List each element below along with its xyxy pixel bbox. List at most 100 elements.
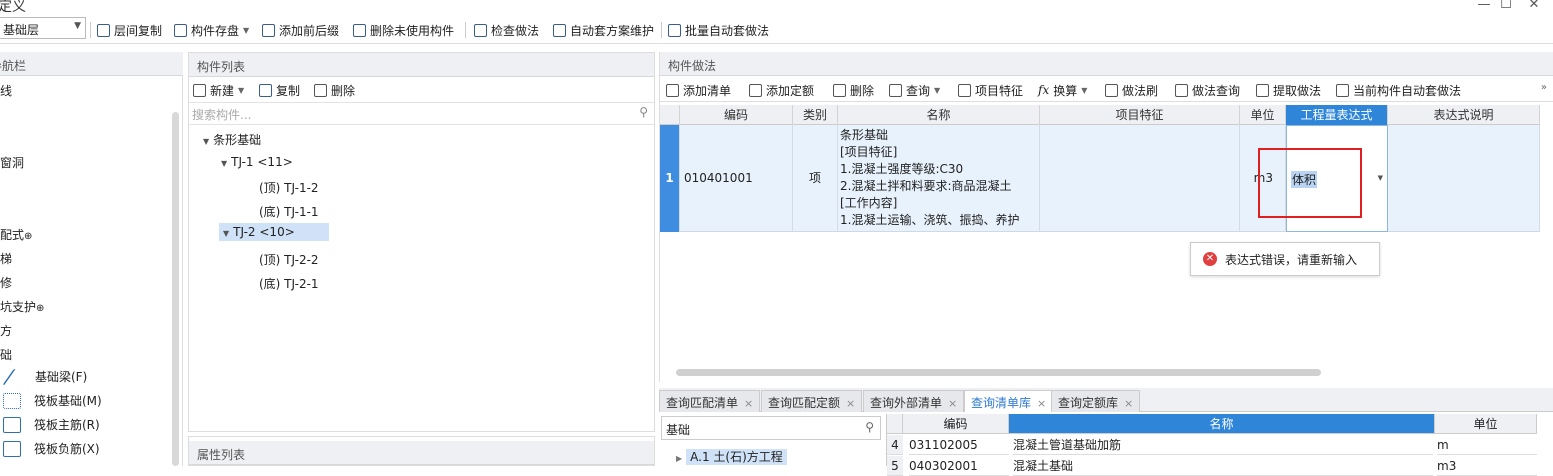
tree-node-tj2-top[interactable]: (顶) TJ-2-2: [259, 251, 319, 268]
convert-button[interactable]: fx 换算 ▼: [1038, 81, 1087, 99]
toolbar-divider: [90, 22, 91, 38]
floor-select[interactable]: 基础层 ▼: [0, 17, 86, 39]
nav-item[interactable]: 线: [0, 82, 12, 99]
tree-node-tj2[interactable]: ▼ TJ-2 <10>: [219, 223, 329, 241]
row-code[interactable]: 010401001: [680, 125, 793, 232]
item-feature-button[interactable]: 项目特征: [958, 81, 1023, 99]
col-header-code[interactable]: 编码: [680, 105, 793, 125]
nav-item[interactable]: 础: [0, 346, 12, 363]
lib-row-index: 4: [887, 435, 903, 455]
col-header-name[interactable]: 名称: [838, 105, 1040, 125]
chevron-down-icon[interactable]: ▼: [1378, 174, 1383, 182]
nav-raft-negative-rebar[interactable]: 筏板负筋(X): [0, 440, 100, 457]
nav-item[interactable]: 方: [0, 322, 12, 339]
caret-down-icon: ▼: [223, 229, 230, 238]
check-method-label: 检查做法: [491, 23, 540, 38]
lib-row-code[interactable]: 040302001: [909, 456, 1009, 476]
nav-item[interactable]: 梯: [0, 250, 12, 267]
close-icon[interactable]: ×: [1124, 397, 1133, 410]
library-tree-item[interactable]: ▶ A.1 土(石)方工程: [676, 448, 787, 465]
auto-apply-button[interactable]: 当前构件自动套做法: [1336, 81, 1461, 99]
method-brush-button[interactable]: 做法刷: [1105, 81, 1158, 99]
method-row[interactable]: 1 010401001 项 条形基础 [项目特征] 1.混凝土强度等级:C30 …: [660, 125, 1540, 232]
nav-item[interactable]: 窗洞: [0, 154, 24, 171]
method-hscrollbar[interactable]: [676, 369, 1321, 376]
extract-method-button[interactable]: 提取做法: [1256, 81, 1321, 99]
tree-node-tj2-bottom[interactable]: (底) TJ-2-1: [259, 275, 319, 292]
nav-item[interactable]: 配式⊕: [0, 226, 32, 243]
new-file-icon: [193, 83, 206, 97]
maximize-icon[interactable]: ☐: [1496, 0, 1516, 12]
row-name[interactable]: 条形基础 [项目特征] 1.混凝土强度等级:C30 2.混凝土拌和料要求:商品混…: [838, 125, 1040, 232]
new-button[interactable]: 新建 ▼: [193, 81, 244, 99]
col-header-type[interactable]: 类别: [793, 105, 838, 125]
delete-unused-button[interactable]: 删除未使用构件: [353, 21, 454, 39]
name-line: 条形基础: [840, 128, 889, 142]
col-header-feature[interactable]: 项目特征: [1040, 105, 1240, 125]
copy-floor-button[interactable]: 层间复制: [97, 21, 162, 39]
nav-raft-main-rebar[interactable]: 筏板主筋(R): [0, 416, 100, 433]
nav-foundation-beam[interactable]: 基础梁(F): [0, 368, 87, 385]
query-button[interactable]: 查询 ▼: [889, 81, 940, 99]
tab-quota-library[interactable]: 查询定额库 ×: [1051, 390, 1141, 412]
row-expression-note[interactable]: [1388, 125, 1540, 232]
close-icon[interactable]: ×: [1037, 397, 1046, 410]
method-query-button[interactable]: 做法查询: [1175, 81, 1240, 99]
col-header-unit[interactable]: 单位: [1240, 105, 1286, 125]
save-icon: [174, 23, 187, 37]
tab-external-bill[interactable]: 查询外部清单 ×: [863, 390, 965, 412]
tab-match-bill[interactable]: 查询匹配清单 ×: [659, 390, 761, 412]
row-type[interactable]: 项: [793, 125, 838, 232]
library-search-input[interactable]: 基础 ⚲: [661, 416, 881, 440]
tab-bill-library[interactable]: 查询清单库 ×: [964, 390, 1054, 412]
nav-sub-label: 筏板负筋(X): [34, 442, 100, 456]
lib-row-code[interactable]: 031102005: [909, 435, 1009, 455]
col-header-expression[interactable]: 工程量表达式: [1286, 105, 1388, 125]
close-icon[interactable]: ×: [744, 397, 753, 410]
method-title: 构件做法: [668, 59, 717, 73]
add-bill-button[interactable]: 添加清单: [666, 81, 731, 99]
minimize-icon[interactable]: —: [1474, 0, 1494, 12]
tree-node-tj1-bottom[interactable]: (底) TJ-1-1: [259, 203, 319, 220]
lib-col-header-unit[interactable]: 单位: [1435, 414, 1537, 434]
tree-node-strip-foundation[interactable]: ▼ 条形基础: [203, 131, 261, 148]
tab-match-quota[interactable]: 查询匹配定额 ×: [761, 390, 863, 412]
lib-row-unit[interactable]: m3: [1437, 456, 1537, 476]
search-icon[interactable]: ⚲: [639, 105, 648, 119]
delete-button[interactable]: 删除: [314, 81, 355, 99]
nav-item-label: 配式: [0, 228, 25, 242]
tab-label: 查询匹配定额: [768, 396, 841, 410]
toolbar-label: 添加清单: [683, 83, 732, 98]
query-icon: [889, 83, 902, 97]
lib-col-header-code[interactable]: 编码: [903, 414, 1009, 434]
close-icon[interactable]: ×: [846, 397, 855, 410]
batch-auto-button[interactable]: 批量自动套做法: [668, 21, 769, 39]
query-tabs: 查询匹配清单 × 查询匹配定额 × 查询外部清单 × 查询清单库 × 查询定额库 ×: [659, 388, 1553, 412]
extract-icon: [1256, 83, 1269, 97]
close-icon[interactable]: ×: [948, 397, 957, 410]
add-prefix-button[interactable]: 添加前后缀: [262, 21, 339, 39]
tree-node-tj1[interactable]: ▼ TJ-1 <11>: [221, 155, 293, 169]
lib-col-header-name[interactable]: 名称: [1009, 414, 1435, 434]
auto-scheme-button[interactable]: 自动套方案维护: [553, 21, 654, 39]
delete-method-button[interactable]: 删除: [833, 81, 874, 99]
lib-row-name[interactable]: 混凝土基础: [1013, 456, 1433, 476]
component-search-input[interactable]: 搜索构件... ⚲: [189, 103, 654, 125]
tree-node-tj1-top[interactable]: (顶) TJ-1-2: [259, 179, 319, 196]
save-component-button[interactable]: 构件存盘 ▼: [174, 21, 249, 39]
lib-row-name[interactable]: 混凝土管道基础加筋: [1013, 435, 1433, 455]
component-list-panel: 构件列表 新建 ▼ 复制 删除 搜索构件... ⚲ ▼ 条形基础 ▼ TJ-1 <11…: [188, 52, 655, 432]
add-quota-button[interactable]: 添加定额: [749, 81, 814, 99]
col-header-expression-note[interactable]: 表达式说明: [1388, 105, 1540, 125]
check-method-button[interactable]: 检查做法: [474, 21, 539, 39]
lib-row-unit[interactable]: m: [1437, 435, 1537, 455]
more-icon[interactable]: »: [1541, 82, 1547, 93]
nav-raft-foundation[interactable]: 筏板基础(M): [0, 392, 102, 409]
nav-scrollbar[interactable]: [172, 112, 179, 466]
copy-button[interactable]: 复制: [259, 81, 300, 99]
search-icon[interactable]: ⚲: [865, 420, 874, 434]
nav-item[interactable]: 修: [0, 274, 12, 291]
close-icon[interactable]: ✕: [1524, 0, 1544, 12]
row-feature[interactable]: [1040, 125, 1240, 232]
nav-item[interactable]: 坑支护⊕: [0, 298, 44, 315]
